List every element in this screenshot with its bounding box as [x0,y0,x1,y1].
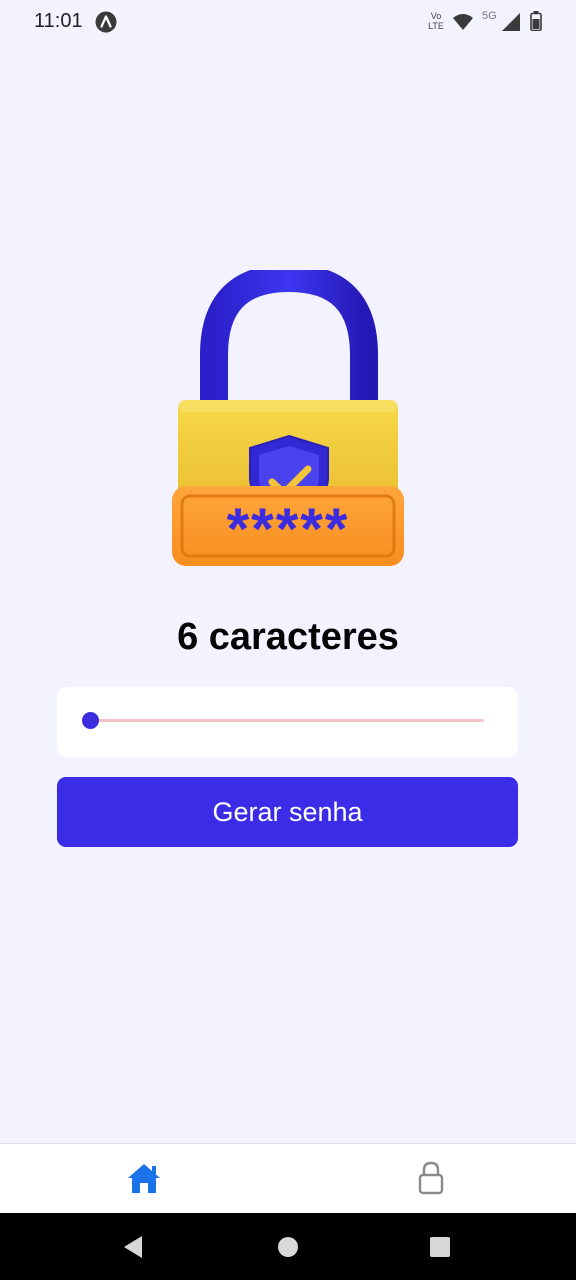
length-slider-thumb[interactable] [82,712,99,729]
status-time: 11:01 [34,10,83,32]
length-slider-card [57,687,518,757]
volte-label-top: Vo [430,11,442,21]
system-navigation-bar [0,1213,576,1280]
padlock-illustration: ***** [168,263,408,570]
recents-icon[interactable] [429,1236,451,1258]
bottom-tab-bar [0,1143,576,1214]
lock-icon [418,1161,444,1195]
status-bar: 11:01 Vo LTE 5G [0,0,576,44]
home-icon [128,1164,160,1193]
lock-code-text: ***** [226,497,350,562]
app-notification-icon [95,11,117,33]
tab-home[interactable] [0,1144,288,1214]
volte-icon: Vo LTE [425,11,447,31]
volte-label-bottom: LTE [428,21,444,31]
tab-passwords[interactable] [288,1144,576,1214]
length-slider-track[interactable] [91,719,484,722]
generate-password-button[interactable]: Gerar senha [57,777,518,847]
home-circle-icon[interactable] [277,1236,299,1258]
password-length-label: 6 caracteres [177,616,399,658]
back-icon[interactable] [122,1235,144,1259]
network-type-label: 5G [482,10,497,22]
